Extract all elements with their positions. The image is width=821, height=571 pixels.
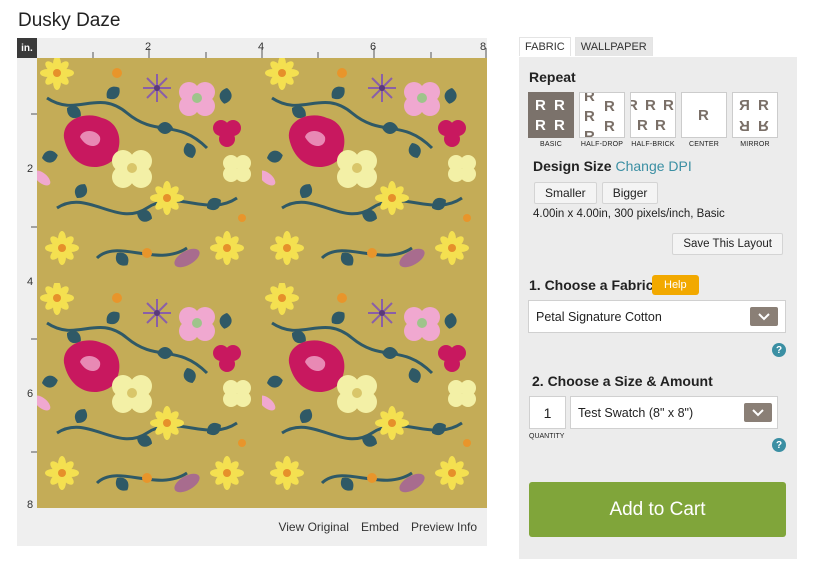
quantity-input[interactable]: 1 xyxy=(529,396,566,429)
repeat-option-basic[interactable]: RR RR BASIC xyxy=(528,92,574,148)
design-size-row: Design Size Change DPI xyxy=(533,158,692,174)
repeat-mirror-icon: RR RR xyxy=(732,92,778,138)
size-buttons: Smaller Bigger xyxy=(534,182,659,204)
repeat-option-label: MIRROR xyxy=(740,141,770,148)
size-help-icon[interactable]: ? xyxy=(772,438,786,452)
ruler-left-ticks xyxy=(31,113,37,453)
add-to-cart-button[interactable]: Add to Cart xyxy=(529,482,786,537)
repeat-options: RR RR BASIC RR RR R HALF-DROP RRR RR HAL… xyxy=(528,92,778,148)
repeat-basic-icon: RR RR xyxy=(528,92,574,138)
floral-pattern-image xyxy=(37,58,487,508)
repeat-option-half-drop[interactable]: RR RR R HALF-DROP xyxy=(579,92,625,148)
bigger-button[interactable]: Bigger xyxy=(601,182,659,204)
repeat-option-label: HALF-DROP xyxy=(580,141,624,148)
choose-fabric-heading: 1. Choose a Fabric xyxy=(529,277,654,293)
repeat-option-center[interactable]: R CENTER xyxy=(681,92,727,148)
help-button[interactable]: Help xyxy=(652,275,699,295)
save-layout-button[interactable]: Save This Layout xyxy=(672,233,783,255)
ruler-top-label-8: 8 xyxy=(480,41,487,53)
fabric-select[interactable]: Petal Signature Cotton xyxy=(528,300,786,333)
embed-link[interactable]: Embed xyxy=(361,520,399,534)
repeat-half-brick-icon: RRR RR xyxy=(630,92,676,138)
preview-links: View Original Embed Preview Info xyxy=(278,520,477,534)
repeat-option-label: HALF-BRICK xyxy=(631,141,675,148)
page-title: Dusky Daze xyxy=(18,10,121,31)
design-preview: in. 2 4 6 8 2 4 6 8 View Original Embed … xyxy=(17,38,487,546)
choose-size-heading: 2. Choose a Size & Amount xyxy=(532,373,713,389)
ruler-left-label-4: 4 xyxy=(27,276,34,288)
ruler-top-label-4: 4 xyxy=(258,41,265,53)
fabric-help-icon[interactable]: ? xyxy=(772,343,786,357)
repeat-option-label: CENTER xyxy=(689,141,719,148)
tab-fabric[interactable]: FABRIC xyxy=(519,37,571,56)
size-select[interactable]: Test Swatch (8" x 8") xyxy=(570,396,778,429)
ruler-top-label-2: 2 xyxy=(145,41,152,53)
chevron-down-icon xyxy=(744,403,772,422)
repeat-heading: Repeat xyxy=(529,69,576,85)
purchase-panel: Repeat RR RR BASIC RR RR R HALF-DROP RRR… xyxy=(519,57,797,559)
ruler-left-label-2: 2 xyxy=(27,163,34,175)
chevron-down-icon xyxy=(750,307,778,326)
ruler-top: 2 4 6 8 xyxy=(37,38,487,58)
ruler-left: 2 4 6 8 xyxy=(17,58,37,528)
design-dimensions: 4.00in x 4.00in, 300 pixels/inch, Basic xyxy=(533,208,725,220)
fabric-pattern-preview xyxy=(37,58,487,508)
view-original-link[interactable]: View Original xyxy=(278,520,348,534)
product-tabs: FABRIC WALLPAPER xyxy=(519,37,653,56)
repeat-option-mirror[interactable]: RR RR MIRROR xyxy=(732,92,778,148)
tab-wallpaper[interactable]: WALLPAPER xyxy=(574,37,653,56)
quantity-label: QUANTITY xyxy=(529,433,565,440)
repeat-option-half-brick[interactable]: RRR RR HALF-BRICK xyxy=(630,92,676,148)
design-size-label: Design Size xyxy=(533,158,612,174)
change-dpi-link[interactable]: Change DPI xyxy=(615,158,691,174)
fabric-select-value: Petal Signature Cotton xyxy=(536,309,662,324)
preview-info-link[interactable]: Preview Info xyxy=(411,520,477,534)
ruler-left-label-6: 6 xyxy=(27,388,34,400)
ruler-left-label-8: 8 xyxy=(27,499,34,511)
repeat-option-label: BASIC xyxy=(539,141,562,148)
unit-badge[interactable]: in. xyxy=(17,38,37,58)
ruler-top-label-6: 6 xyxy=(370,41,377,53)
repeat-center-icon: R xyxy=(681,92,727,138)
repeat-half-drop-icon: RR RR R xyxy=(579,92,625,138)
smaller-button[interactable]: Smaller xyxy=(534,182,597,204)
